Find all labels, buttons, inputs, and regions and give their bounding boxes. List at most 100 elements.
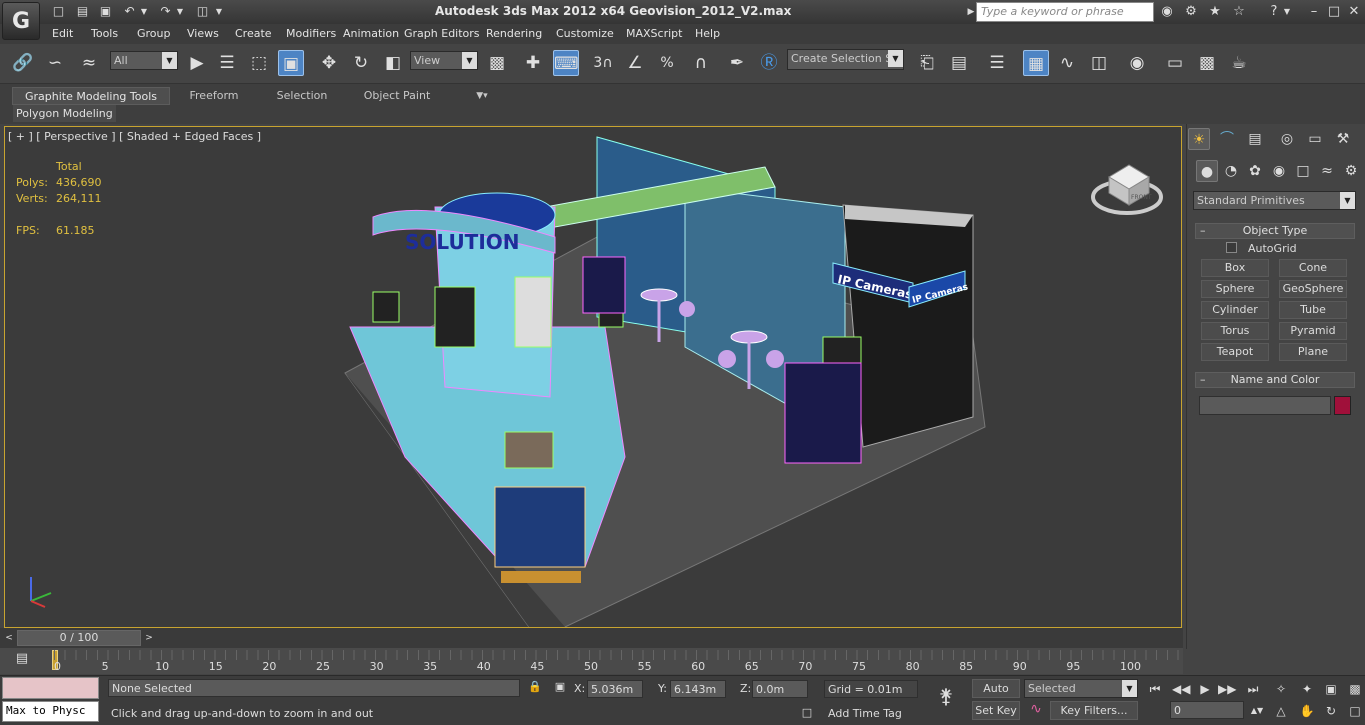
tab-freeform[interactable]: Freeform: [178, 87, 250, 105]
maximize-viewport-icon[interactable]: □: [1346, 702, 1364, 720]
utilities-tab-icon[interactable]: ⚒: [1332, 128, 1354, 150]
pan-view-icon[interactable]: ✋: [1298, 702, 1316, 720]
cone-button[interactable]: Cone: [1279, 259, 1347, 277]
absolute-mode-icon[interactable]: ▣: [553, 680, 567, 696]
z-coordinate-field[interactable]: 0.0m: [752, 680, 808, 698]
star-icon[interactable]: ☆: [1230, 3, 1248, 21]
menu-views[interactable]: Views: [187, 27, 219, 40]
next-key-icon[interactable]: ▶▶: [1218, 680, 1236, 698]
geometry-category-dropdown[interactable]: Standard Primitives ▼: [1193, 191, 1356, 210]
layer-manager-icon[interactable]: ☰: [984, 50, 1010, 76]
keyboard-shortcut-override-icon[interactable]: ⌨: [553, 50, 579, 76]
menu-rendering[interactable]: Rendering: [486, 27, 542, 40]
cameras-icon[interactable]: ◉: [1268, 160, 1290, 182]
search-input[interactable]: Type a keyword or phrase: [976, 2, 1154, 22]
selection-lock-icon[interactable]: 🔒: [528, 680, 542, 696]
minimize-icon[interactable]: –: [1305, 3, 1323, 21]
tube-button[interactable]: Tube: [1279, 301, 1347, 319]
window-crossing-icon[interactable]: ▣: [278, 50, 304, 76]
perspective-viewport[interactable]: SOLUTION IP Cameras IP Cameras FRONT: [4, 126, 1182, 628]
app-logo-button[interactable]: G: [2, 2, 40, 40]
graphite-toggle-icon[interactable]: ▦: [1023, 50, 1049, 76]
project-folder-icon[interactable]: ◫: [194, 3, 211, 20]
geosphere-button[interactable]: GeoSphere: [1279, 280, 1347, 298]
go-to-end-icon[interactable]: ⏭: [1244, 680, 1262, 698]
bind-to-space-warp-icon[interactable]: ≈: [76, 50, 102, 76]
open-mini-curve-editor-icon[interactable]: ▤: [12, 651, 32, 669]
rendered-frame-window-icon[interactable]: ▩: [1194, 50, 1220, 76]
menu-tools[interactable]: Tools: [91, 27, 118, 40]
material-editor-icon[interactable]: ◉: [1124, 50, 1150, 76]
panel-polygon-modeling[interactable]: Polygon Modeling: [13, 105, 116, 122]
motion-tab-icon[interactable]: ◎: [1276, 128, 1298, 150]
hierarchy-tab-icon[interactable]: ▤: [1244, 128, 1266, 150]
maxscript-listener-output[interactable]: [2, 677, 99, 699]
maxscript-mini-listener[interactable]: Max to Physc: [2, 701, 99, 722]
cylinder-button[interactable]: Cylinder: [1201, 301, 1269, 319]
spinner-snap-icon[interactable]: ∩: [688, 50, 714, 76]
select-and-scale-icon[interactable]: ◧: [380, 50, 406, 76]
close-icon[interactable]: ✕: [1345, 3, 1363, 21]
pivot-center-icon[interactable]: ▩: [484, 50, 510, 76]
menu-group[interactable]: Group: [137, 27, 171, 40]
rollout-name-and-color[interactable]: – Name and Color: [1195, 372, 1355, 388]
torus-button[interactable]: Torus: [1201, 322, 1269, 340]
undo-icon[interactable]: ↶: [121, 3, 138, 20]
menu-graph-editors[interactable]: Graph Editors: [404, 27, 480, 40]
render-production-icon[interactable]: ☕: [1226, 50, 1252, 76]
ribbon-options-dropdown-icon[interactable]: ▼▾: [470, 87, 494, 105]
zoom-extents-icon[interactable]: ▣: [1322, 680, 1340, 698]
shapes-icon[interactable]: ◔: [1220, 160, 1242, 182]
x-coordinate-field[interactable]: 5.036m: [587, 680, 643, 698]
field-of-view-icon[interactable]: △: [1272, 702, 1290, 720]
save-file-icon[interactable]: ▣: [97, 3, 114, 20]
viewport-label[interactable]: [ + ] [ Perspective ] [ Shaded + Edged F…: [8, 130, 261, 143]
object-color-swatch[interactable]: [1334, 396, 1351, 415]
current-frame-field[interactable]: 0: [1170, 701, 1244, 719]
select-and-move-icon[interactable]: ✥: [316, 50, 342, 76]
menu-help[interactable]: Help: [695, 27, 720, 40]
binoculars-icon[interactable]: ◉: [1158, 3, 1176, 21]
go-to-start-icon[interactable]: ⏮: [1146, 680, 1164, 698]
previous-frame-icon[interactable]: ◀◀: [1172, 680, 1190, 698]
render-setup-icon[interactable]: ▭: [1162, 50, 1188, 76]
menu-maxscript[interactable]: MAXScript: [626, 27, 682, 40]
pyramid-button[interactable]: Pyramid: [1279, 322, 1347, 340]
maximize-icon[interactable]: □: [1325, 3, 1343, 21]
angle-snap-icon[interactable]: ∠: [622, 50, 648, 76]
modify-tab-icon[interactable]: ⌒: [1216, 128, 1238, 150]
reference-coordinate-dropdown[interactable]: View ▼: [410, 51, 478, 70]
prev-frame-icon[interactable]: <: [2, 630, 16, 646]
zoom-all-icon[interactable]: ✦: [1298, 680, 1316, 698]
key-mode-dropdown[interactable]: Selected ▼: [1024, 679, 1138, 698]
undo-dropdown-icon[interactable]: ▼: [139, 3, 149, 20]
autogrid-checkbox[interactable]: [1226, 242, 1237, 253]
schematic-view-icon[interactable]: ◫: [1086, 50, 1112, 76]
key-filters-button[interactable]: Key Filters...: [1050, 701, 1138, 720]
y-coordinate-field[interactable]: 6.143m: [670, 680, 726, 698]
quick-render-icon[interactable]: Ⓡ: [756, 50, 782, 76]
time-slider[interactable]: 0 / 100: [17, 630, 141, 646]
teapot-button[interactable]: Teapot: [1201, 343, 1269, 361]
quick-access-dropdown-icon[interactable]: ▼: [214, 3, 224, 20]
orbit-icon[interactable]: ↻: [1322, 702, 1340, 720]
play-icon[interactable]: ▶: [1196, 680, 1214, 698]
named-selection-dropdown[interactable]: Create Selection Se ▼: [787, 49, 904, 70]
select-object-icon[interactable]: ▶: [184, 50, 210, 76]
menu-create[interactable]: Create: [235, 27, 272, 40]
new-file-icon[interactable]: □: [50, 3, 67, 20]
auto-key-button[interactable]: Auto Key: [972, 679, 1020, 712]
next-frame-icon[interactable]: >: [142, 630, 156, 646]
add-time-tag-button[interactable]: Add Time Tag: [828, 707, 902, 720]
display-tab-icon[interactable]: ▭: [1304, 128, 1326, 150]
menu-customize[interactable]: Customize: [556, 27, 614, 40]
mirror-icon[interactable]: ⎗: [914, 50, 940, 76]
rollout-object-type[interactable]: – Object Type: [1195, 223, 1355, 239]
curve-editor-icon[interactable]: ∿: [1054, 50, 1080, 76]
help-icon[interactable]: ?: [1265, 3, 1283, 21]
menu-modifiers[interactable]: Modifiers: [286, 27, 336, 40]
geometry-icon[interactable]: ●: [1196, 160, 1218, 182]
set-key-button[interactable]: Set Key: [972, 701, 1020, 720]
unlink-selection-icon[interactable]: ∽: [42, 50, 68, 76]
redo-dropdown-icon[interactable]: ▼: [175, 3, 185, 20]
